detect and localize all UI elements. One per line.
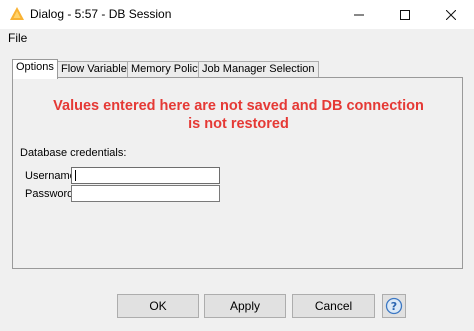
- menu-file[interactable]: File: [8, 31, 27, 45]
- text-caret: [75, 170, 76, 181]
- help-question-icon: ?: [385, 297, 403, 315]
- close-icon: [446, 9, 456, 20]
- username-label: Username: [25, 170, 76, 182]
- menu-bar: File: [0, 29, 474, 47]
- username-field[interactable]: [71, 167, 220, 184]
- warning-message-line2: is not restored: [188, 116, 289, 132]
- warning-message-line1: Values entered here are not saved and DB…: [53, 98, 424, 114]
- tab-memory-policy[interactable]: Memory Policy: [127, 61, 208, 78]
- tab-job-manager-selection[interactable]: Job Manager Selection: [198, 61, 319, 78]
- title-bar: Dialog - 5:57 - DB Session: [0, 0, 474, 29]
- maximize-icon: [400, 9, 410, 20]
- database-credentials-label: Database credentials:: [20, 147, 127, 159]
- close-button[interactable]: [428, 0, 474, 29]
- tab-options[interactable]: Options: [12, 59, 58, 79]
- maximize-button[interactable]: [382, 0, 428, 29]
- svg-text:?: ?: [391, 300, 397, 313]
- password-label: Password: [25, 188, 74, 200]
- options-panel: Values entered here are not saved and DB…: [12, 77, 463, 269]
- minimize-icon: [354, 14, 364, 15]
- cancel-button[interactable]: Cancel: [292, 294, 375, 318]
- window-title: Dialog - 5:57 - DB Session: [30, 7, 172, 21]
- password-field[interactable]: [71, 185, 220, 202]
- tab-flow-variables[interactable]: Flow Variables: [57, 61, 137, 78]
- minimize-button[interactable]: [336, 0, 382, 29]
- apply-button[interactable]: Apply: [204, 294, 286, 318]
- help-button[interactable]: ?: [382, 294, 406, 318]
- ok-button[interactable]: OK: [117, 294, 199, 318]
- knime-triangle-icon: [10, 7, 24, 20]
